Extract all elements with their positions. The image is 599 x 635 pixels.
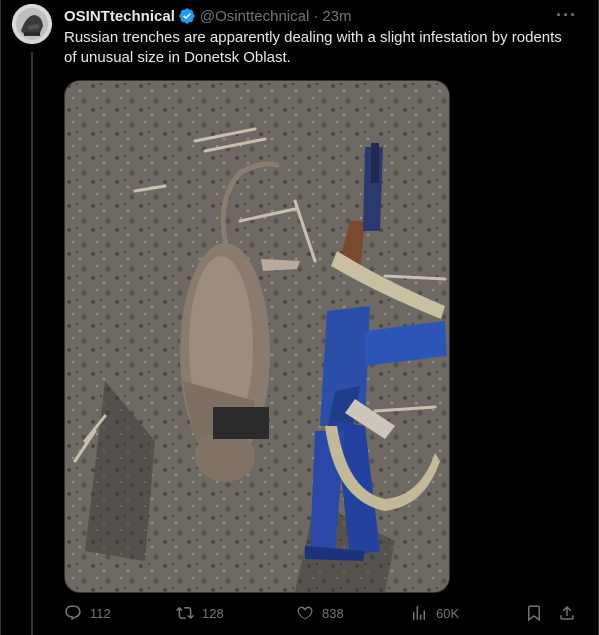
views-chart-icon bbox=[413, 606, 425, 620]
repost-icon bbox=[176, 606, 194, 620]
bookmark-button[interactable] bbox=[525, 602, 543, 624]
repost-button[interactable]: 128 bbox=[176, 602, 224, 624]
bookmark-icon bbox=[528, 605, 540, 622]
tweet-photo[interactable] bbox=[64, 80, 450, 593]
views-count: 60K bbox=[436, 605, 460, 621]
more-options-button[interactable]: ··· bbox=[556, 5, 577, 26]
avatar[interactable] bbox=[12, 4, 52, 44]
like-count: 838 bbox=[322, 605, 344, 621]
share-icon bbox=[560, 605, 574, 620]
verified-badge-icon bbox=[178, 7, 196, 25]
tweet-actions-bar: 112 128 838 60K bbox=[64, 602, 576, 626]
like-button[interactable]: 838 bbox=[296, 602, 344, 624]
views-button[interactable]: 60K bbox=[410, 602, 459, 624]
tweet-header: OSINTtechnical @Osinttechnical · 23m bbox=[64, 6, 579, 26]
reply-button[interactable]: 112 bbox=[64, 602, 111, 624]
display-name[interactable]: OSINTtechnical bbox=[64, 8, 175, 25]
reply-icon bbox=[65, 605, 81, 621]
repost-count: 128 bbox=[202, 605, 224, 621]
reply-count: 112 bbox=[90, 605, 111, 621]
heart-icon bbox=[297, 606, 313, 620]
avatar-image bbox=[12, 4, 52, 44]
photo-rat-and-rifle bbox=[65, 81, 449, 592]
share-button[interactable] bbox=[558, 602, 576, 624]
thread-line bbox=[31, 52, 33, 635]
tweet-text: Russian trenches are apparently dealing … bbox=[64, 29, 562, 66]
timestamp[interactable]: 23m bbox=[322, 8, 351, 25]
user-handle[interactable]: @Osinttechnical bbox=[200, 8, 309, 25]
separator-dot: · bbox=[313, 7, 319, 25]
timeline-border-left bbox=[0, 0, 1, 635]
